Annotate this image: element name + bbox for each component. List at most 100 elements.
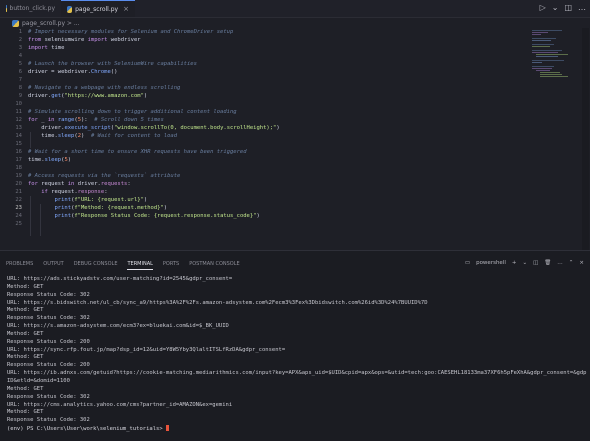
chevron-down-icon[interactable]: ⌄ [552,3,559,12]
terminal-icon: ▭ [464,260,471,266]
breadcrumb[interactable]: page_scroll.py > ... [12,18,80,28]
code-line: print(f"URL: {request.url}") [28,196,148,204]
terminal-line: Method: GET [7,307,44,314]
more-icon[interactable]: … [557,260,563,266]
terminal-line: Method: GET [7,283,44,290]
terminal-prompt: (env) PS C:\Users\User\work\selenium_tut… [7,426,166,433]
trash-icon[interactable]: 🗑 [544,260,551,266]
close-icon[interactable]: × [123,5,129,13]
code-token: for [28,181,42,187]
split-terminal-icon[interactable]: ◫ [533,260,538,266]
code-token: print [54,197,72,203]
tab-button-click[interactable]: button_click.py [0,0,61,17]
code-line: # Launch the browser with SeleniumWire c… [28,60,197,68]
tab-terminal[interactable]: TERMINAL [127,261,153,270]
code-editor[interactable]: 1 2 3 4 5 6 7 8 9 10 11 12 13 14 15 16 17 18 19 20 21 22 23 24 2… [0,28,590,250]
shell-label[interactable]: powershell [476,260,506,266]
split-editor-icon[interactable]: ◫ [564,3,572,12]
terminal-prompt-line[interactable]: (env) PS C:\Users\User\work\selenium_tut… [7,425,587,434]
code-token: # Access requests via the `requests` att… [28,173,181,179]
line-number: 6 [18,69,22,75]
indent-guide [40,204,41,236]
line-number: 5 [18,61,22,67]
python-file-icon [12,19,19,27]
panel-actions: ▭ powershell + ⌄ ◫ 🗑 … ⌃ × [465,260,584,266]
code-token: driver. [77,181,101,187]
line-number: 14 [15,133,22,139]
line-number: 4 [18,53,22,59]
python-file-icon [6,5,7,12]
code-token: from [28,37,45,43]
code-token: # Wait for content to load [90,133,178,139]
terminal-line: Method: GET [7,354,44,361]
line-number: 9 [18,93,22,99]
more-icon[interactable]: … [578,3,586,12]
code-line: time.sleep(2) # Wait for content to load [28,132,177,140]
code-token: ) [276,125,280,131]
minimap[interactable] [530,28,570,88]
code-line: # Wait for a short time to ensure XHR re… [28,148,247,156]
tab-ports[interactable]: PORTS [163,261,179,270]
code-token: range [57,117,75,123]
line-number: 22 [15,197,22,203]
code-token: # Import necessary modules for Selenium … [28,29,234,35]
tab-postman-console[interactable]: POSTMAN CONSOLE [189,261,239,270]
code-token: seleniumwire [44,37,88,43]
code-line: print(f"Response Status Code: {request.r… [28,212,260,220]
line-number: 12 [15,117,22,123]
code-line: driver = webdriver.Chrome() [28,68,117,76]
tab-problems[interactable]: PROBLEMS [6,261,33,270]
terminal-line: Response Status Code: 200 [7,338,90,345]
code-token: # Scroll down 5 times [94,117,164,123]
close-panel-icon[interactable]: × [579,260,584,266]
terminal-line: ID&etld=&domid=1100 [7,377,70,384]
code-token: driver. [28,125,65,131]
terminal-output[interactable]: URL: https://ads.stickyadstv.com/user-ma… [7,276,587,434]
tab-output[interactable]: OUTPUT [43,261,63,270]
code-line: for request in driver.requests: [28,180,131,188]
code-token: print [54,205,72,211]
tab-debug-console[interactable]: DEBUG CONSOLE [74,261,118,270]
code-line: # Import necessary modules for Selenium … [28,28,233,36]
code-token: sleep [44,157,62,163]
code-token: "https://www.amazon.com" [64,93,144,99]
code-token: ) [67,157,72,163]
code-token: time [51,45,65,51]
code-line: # Simulate scrolling down to trigger add… [28,108,237,116]
tab-page-scroll[interactable]: page_scroll.py × [61,0,135,17]
line-number: 10 [15,101,22,107]
code-token: ) [256,213,260,219]
line-number: 13 [15,125,22,131]
code-token: request. [51,189,78,195]
code-line: # Navigate to a webpage with endless scr… [28,84,180,92]
line-number: 18 [15,165,22,171]
maximize-panel-icon[interactable]: ⌃ [569,260,574,266]
terminal-line: URL: https://ib.adnxs.com/getuid?https:/… [7,370,587,377]
terminal-line: URL: https://ads.stickyadstv.com/user-ma… [7,276,233,282]
indent-guide [30,196,31,236]
code-token: get [51,93,62,99]
code-line: for _ in range(5): # Scroll down 5 times [28,116,164,124]
python-file-icon [67,5,73,13]
terminal-line: Method: GET [7,385,44,392]
line-number: 24 [15,213,22,219]
tab-label: page_scroll.py [75,5,119,13]
code-line: time.sleep(5) [28,156,71,164]
run-icon[interactable]: ▷ [540,3,546,12]
editor-scrollbar[interactable] [582,28,589,250]
terminal-line: Response Status Code: 302 [7,393,90,400]
indent-guide [30,132,31,148]
code-line: driver.execute_script("window.scrollTo(0… [28,124,280,132]
chevron-down-icon[interactable]: ⌄ [522,260,527,266]
add-terminal-icon[interactable]: + [512,260,517,266]
terminal-line: Response Status Code: 302 [7,315,90,322]
terminal-line: Response Status Code: 200 [7,362,90,369]
editor-actions: ▷ ⌄ ◫ … [540,3,586,12]
code-token: response [77,189,105,195]
breadcrumb-text: page_scroll.py > ... [22,19,80,27]
code-token: time. [28,157,45,163]
code-token: # Simulate scrolling down to trigger add… [28,109,237,115]
